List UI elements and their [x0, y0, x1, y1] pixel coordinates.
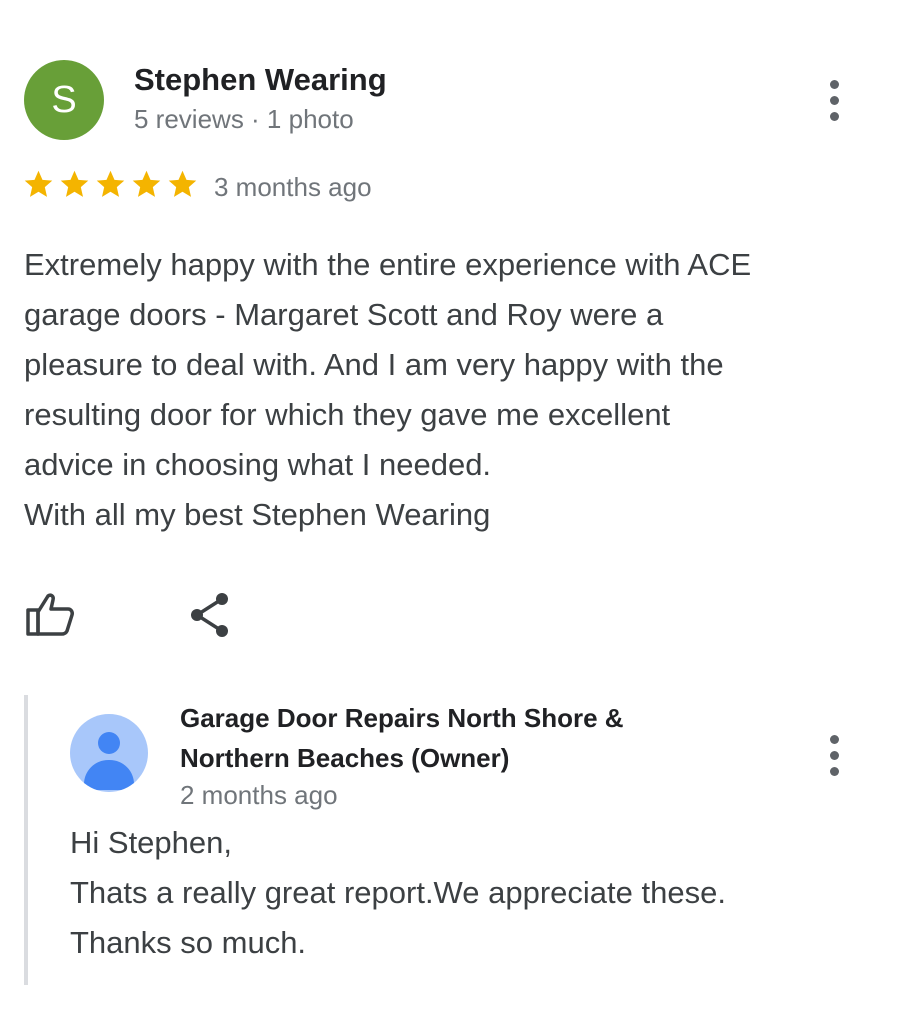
review-more-options-icon[interactable] — [814, 70, 854, 130]
owner-name[interactable]: Garage Door Repairs North Shore & Northe… — [180, 698, 740, 778]
review-text-line: resulting door for which they gave me ex… — [24, 397, 671, 432]
reply-text-line: Hi Stephen, — [70, 825, 232, 860]
review-text-line: With all my best Stephen Wearing — [24, 497, 491, 532]
dot — [829, 734, 839, 744]
reviewer-avatar-initial: S — [51, 78, 77, 121]
reviewer-meta: 5 reviews · 1 photo — [134, 104, 354, 134]
reviewer-name[interactable]: Stephen Wearing — [134, 62, 387, 98]
star-icon — [24, 170, 53, 197]
star-icon — [132, 170, 161, 197]
dot — [829, 766, 839, 776]
dot — [829, 79, 839, 89]
reply-text: Hi Stephen, Thats a really great report.… — [70, 818, 870, 968]
review-date: 3 months ago — [214, 172, 372, 202]
review-text-line: Extremely happy with the entire experien… — [24, 247, 752, 282]
star-icon — [60, 170, 89, 197]
dot — [829, 111, 839, 121]
thumbs-up-icon[interactable] — [24, 590, 76, 638]
review-text-line: pleasure to deal with. And I am very hap… — [24, 347, 724, 382]
owner-name-line: Northern Beaches (Owner) — [180, 743, 510, 773]
star-rating — [22, 168, 199, 201]
review-text: Extremely happy with the entire experien… — [24, 240, 884, 540]
reply-text-line: Thats a really great report.We appreciat… — [70, 875, 726, 910]
default-person-icon — [70, 714, 148, 792]
review-text-line: garage doors - Margaret Scott and Roy we… — [24, 297, 664, 332]
review-text-line: advice in choosing what I needed. — [24, 447, 492, 482]
star-icon — [96, 170, 125, 197]
reply-divider — [24, 695, 28, 985]
star-icon — [168, 170, 197, 197]
avatar-body — [84, 760, 134, 790]
reply-text-line: Thanks so much. — [70, 925, 307, 960]
avatar-head — [98, 732, 120, 754]
owner-name-line: Garage Door Repairs North Shore & — [180, 703, 624, 733]
reviewer-avatar[interactable]: S — [24, 60, 104, 140]
dot — [829, 750, 839, 760]
reply-more-options-icon[interactable] — [814, 725, 854, 785]
dot — [829, 95, 839, 105]
share-icon[interactable] — [186, 590, 232, 640]
reply-date: 2 months ago — [180, 780, 338, 810]
